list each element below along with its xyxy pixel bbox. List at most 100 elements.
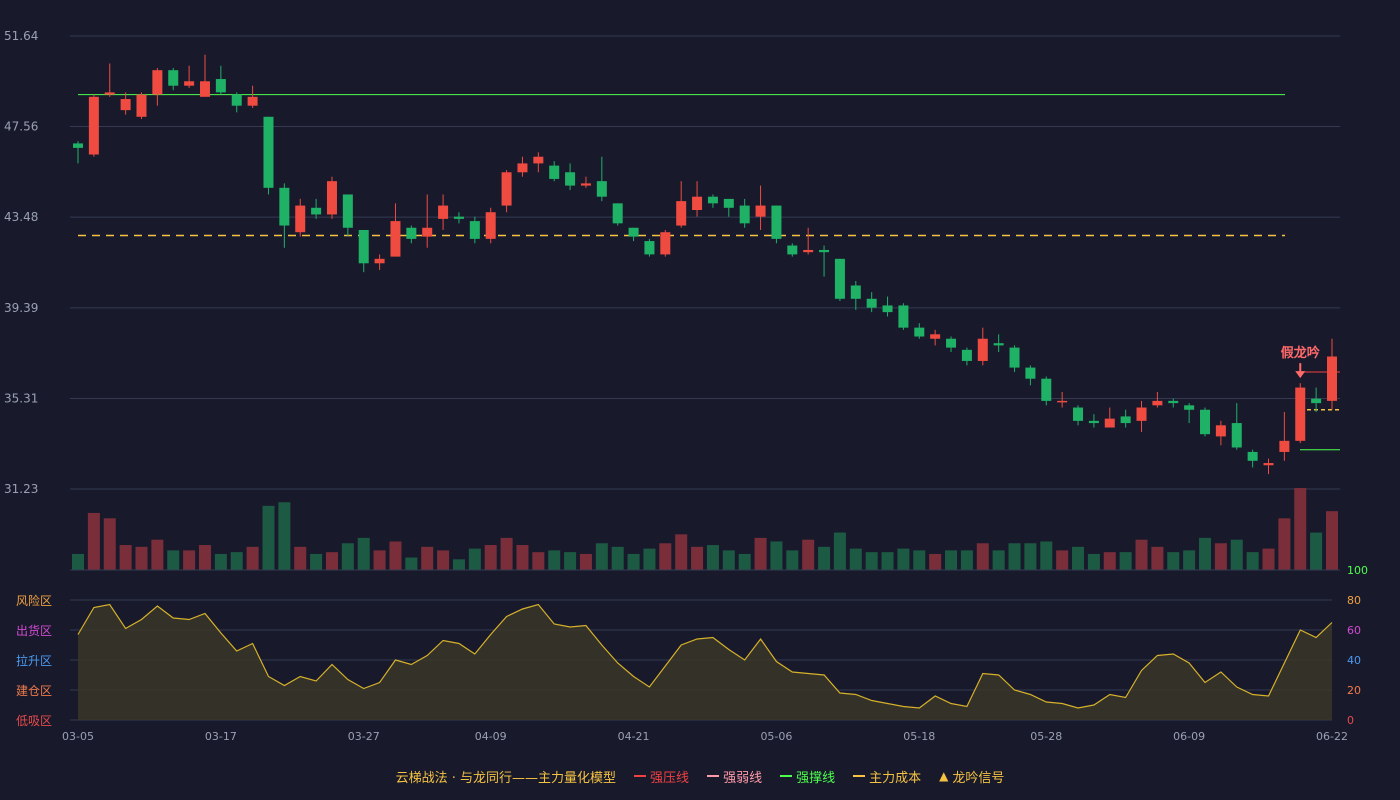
candle-body-43 <box>755 205 766 217</box>
chart-root: 51.64 47.56 43.48 39.39 35.31 31.23 假龙吟 0 20 40 60… <box>0 0 1400 800</box>
candle-body-3 <box>120 99 131 111</box>
volume-bar-56 <box>960 550 973 570</box>
candle-body-35 <box>628 227 639 237</box>
legend-item-dragon-signal[interactable]: ▲ 龙吟信号 <box>939 767 1004 786</box>
volume-bar-48 <box>833 532 846 570</box>
volume-bar-53 <box>913 550 926 570</box>
volume-bar-21 <box>405 557 418 570</box>
legend-label-strength-line: 强弱线 <box>723 770 763 786</box>
volume-bar-71 <box>1199 537 1212 570</box>
legend-swatch-strength-line <box>707 775 720 777</box>
legend-item-main-cost[interactable]: 主力成本 <box>853 767 921 786</box>
volume-bar-69 <box>1167 552 1180 570</box>
volume-bar-27 <box>500 537 513 570</box>
volume-bar-29 <box>532 552 545 570</box>
candle-body-15 <box>311 207 322 215</box>
x-tick-label-4: 04-21 <box>618 730 650 743</box>
candle-body-75 <box>1263 463 1274 466</box>
x-tick-label-5: 05-06 <box>760 730 792 743</box>
osc-tick-label-1: 20 <box>1347 684 1361 697</box>
legend-label-strong-support: 强撑线 <box>796 770 836 786</box>
volume-bar-62 <box>1056 550 1069 570</box>
volume-bar-6 <box>167 550 180 570</box>
candlestick-chart: 51.64 47.56 43.48 39.39 35.31 31.23 假龙吟 0 20 40 60… <box>4 29 1368 743</box>
legend-item-strong-support[interactable]: 强撑线 <box>780 767 835 786</box>
volume-bar-42 <box>738 553 751 570</box>
volume-bar-64 <box>1087 553 1100 570</box>
volume-bar-26 <box>484 545 497 570</box>
volume-bar-68 <box>1151 546 1164 570</box>
volume-bar-22 <box>421 546 434 570</box>
volume-bar-33 <box>595 543 608 570</box>
candle-body-39 <box>692 196 703 211</box>
legend-item-strength-line[interactable]: 强弱线 <box>707 767 762 786</box>
candle-body-31 <box>565 172 576 186</box>
candle-body-69 <box>1168 400 1179 404</box>
volume-bar-15 <box>310 553 323 570</box>
x-tick-label-2: 03-27 <box>348 730 380 743</box>
volume-bar-0 <box>72 553 84 570</box>
volume-bar-59 <box>1008 543 1021 570</box>
osc-tick-label-0: 0 <box>1347 714 1354 727</box>
volume-bar-60 <box>1024 543 1037 570</box>
volume-bar-46 <box>802 539 815 570</box>
candle-body-70 <box>1184 405 1195 410</box>
volume-bar-49 <box>849 548 862 570</box>
volume-bar-50 <box>865 552 878 570</box>
legend-label-dragon-signal: 龙吟信号 <box>952 770 1005 786</box>
volume-bar-28 <box>516 545 529 570</box>
volume-bar-3 <box>119 545 132 570</box>
volume-bar-57 <box>976 543 989 570</box>
candle-body-20 <box>390 221 401 257</box>
candle-body-46 <box>803 249 814 253</box>
volume-bar-10 <box>230 552 243 570</box>
volume-bar-23 <box>437 550 450 570</box>
legend-label-strong-resistance: 强压线 <box>650 770 690 786</box>
osc-tick-label-4: 80 <box>1347 594 1361 607</box>
candle-body-49 <box>850 285 861 299</box>
volume-bar-35 <box>627 553 640 570</box>
volume-bar-37 <box>659 543 672 570</box>
candle-body-0 <box>73 143 83 148</box>
candle-body-53 <box>914 327 925 337</box>
candle-body-65 <box>1104 418 1115 428</box>
candle-body-48 <box>834 258 845 299</box>
candle-body-64 <box>1088 420 1099 424</box>
candle-body-22 <box>422 227 433 237</box>
candle-body-60 <box>1025 367 1036 379</box>
legend-swatch-main-cost <box>853 775 866 777</box>
candle-body-63 <box>1073 407 1084 421</box>
osc-tick-label-5: 100 <box>1347 564 1368 577</box>
candle-body-61 <box>1041 378 1052 401</box>
legend-label-main-cost: 主力成本 <box>869 770 922 786</box>
chart-legend: 云梯战法 · 与龙同行——主力量化模型 强压线 强弱线 强撑线 主力成本 ▲ 龙… <box>0 764 1400 788</box>
candle-body-79 <box>1327 356 1337 401</box>
volume-bar-78 <box>1310 532 1323 570</box>
candle-body-40 <box>707 196 718 204</box>
candle-body-28 <box>517 163 528 173</box>
legend-swatch-strong-support <box>780 775 793 777</box>
volume-bar-13 <box>278 502 291 570</box>
candle-body-2 <box>104 92 115 95</box>
price-tick-label-4: 35.31 <box>4 391 38 405</box>
candle-body-76 <box>1279 440 1290 452</box>
osc-tick-label-3: 60 <box>1347 624 1361 637</box>
volume-bar-24 <box>452 559 465 570</box>
candle-body-44 <box>771 205 782 239</box>
candle-body-9 <box>215 79 226 93</box>
candle-body-7 <box>184 81 195 86</box>
candle-body-52 <box>898 305 909 328</box>
price-tick-label-5: 31.23 <box>4 482 38 496</box>
candle-body-30 <box>549 165 560 179</box>
candle-body-17 <box>342 194 353 228</box>
volume-bar-73 <box>1230 539 1243 570</box>
price-tick-label-2: 43.48 <box>4 210 38 224</box>
volume-bar-74 <box>1246 552 1259 570</box>
x-tick-label-1: 03-17 <box>205 730 237 743</box>
candle-body-59 <box>1009 347 1020 368</box>
candle-body-4 <box>136 94 147 117</box>
legend-item-strong-resistance[interactable]: 强压线 <box>634 767 689 786</box>
volume-bar-39 <box>691 546 704 570</box>
osc-zone-label-2: 拉升区 <box>16 653 52 668</box>
candle-body-12 <box>263 116 274 188</box>
